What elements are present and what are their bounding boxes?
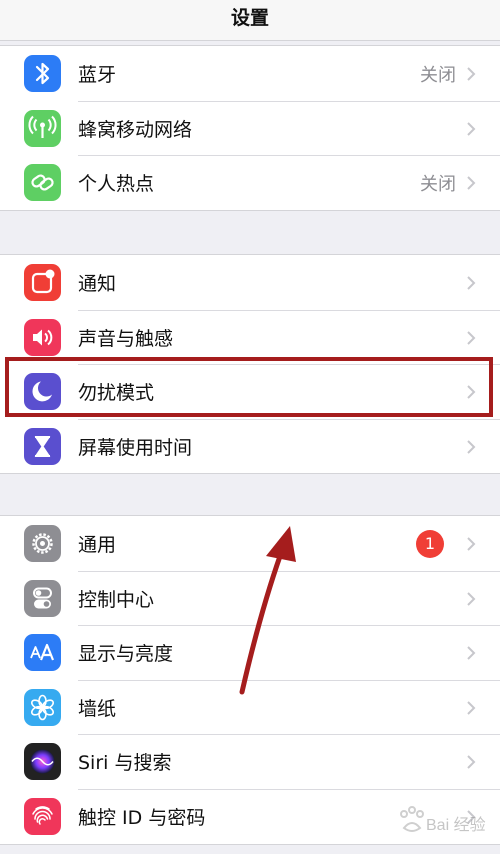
- chevron-right-icon: [467, 176, 476, 190]
- watermark-text: Bai 经验: [426, 816, 486, 834]
- flower-icon: [24, 688, 61, 726]
- row-value: 关闭: [420, 65, 456, 86]
- chevron-right-icon: [467, 330, 476, 345]
- row-label: 勿扰模式: [78, 382, 155, 405]
- toggles-icon: [24, 579, 61, 617]
- row-cellular[interactable]: 蜂窝移动网络: [0, 100, 500, 156]
- row-label: 个人热点: [78, 173, 155, 196]
- page-title: 设置: [230, 7, 269, 29]
- row-label: 触控 ID 与密码: [78, 806, 206, 829]
- row-label: 蜂窝移动网络: [78, 118, 193, 141]
- row-bluetooth[interactable]: 蓝牙 关闭: [0, 46, 500, 101]
- row-label: 声音与触感: [78, 327, 174, 350]
- settings-group-general: 通用 1 控制中心 显示与亮度 墙纸 Siri 与搜索 触控 ID 与密码: [0, 515, 500, 845]
- row-label: 通知: [78, 273, 117, 295]
- text-size-icon: [24, 634, 61, 672]
- chevron-right-icon: [467, 385, 476, 399]
- chevron-right-icon: [467, 67, 476, 81]
- row-label: 控制中心: [78, 588, 155, 611]
- row-display-brightness[interactable]: 显示与亮度: [0, 625, 500, 680]
- row-label: 屏幕使用时间: [78, 436, 193, 459]
- chevron-right-icon: [467, 440, 476, 454]
- row-control-center[interactable]: 控制中心: [0, 570, 500, 626]
- row-label: 墙纸: [78, 697, 117, 720]
- row-label: 通用: [78, 534, 117, 556]
- chevron-right-icon: [467, 701, 476, 715]
- row-sounds[interactable]: 声音与触感: [0, 309, 500, 365]
- row-hotspot[interactable]: 个人热点 关闭: [0, 155, 500, 210]
- row-label: 蓝牙: [78, 64, 117, 86]
- row-label: Siri 与搜索: [78, 752, 172, 775]
- cellular-antenna-icon: [24, 109, 61, 147]
- chevron-right-icon: [467, 755, 476, 770]
- settings-group-connectivity: 蓝牙 关闭 蜂窝移动网络 个人热点 关闭: [0, 45, 500, 211]
- row-label: 显示与亮度: [78, 643, 174, 666]
- moon-icon: [24, 373, 61, 411]
- chevron-right-icon: [467, 591, 476, 606]
- chevron-right-icon: [467, 537, 476, 551]
- navigation-bar: 设置: [0, 0, 500, 41]
- hourglass-icon: [24, 427, 61, 465]
- chevron-right-icon: [467, 646, 476, 660]
- hotspot-chain-icon: [24, 164, 61, 202]
- settings-group-notifications: 通知 声音与触感 勿扰模式 屏幕使用时间: [0, 254, 500, 475]
- notification-badge: 1: [416, 530, 444, 558]
- row-do-not-disturb[interactable]: 勿扰模式: [0, 364, 500, 419]
- gear-icon: [24, 525, 61, 562]
- fingerprint-icon: [24, 797, 61, 835]
- row-siri-search[interactable]: Siri 与搜索: [0, 734, 500, 789]
- row-value: 关闭: [420, 174, 456, 196]
- row-notifications[interactable]: 通知: [0, 255, 500, 310]
- chevron-right-icon: [467, 121, 476, 136]
- bluetooth-icon: [24, 55, 61, 92]
- notifications-icon: [24, 264, 61, 301]
- watermark-logo: Bai 经验: [390, 804, 490, 840]
- speaker-icon: [24, 318, 61, 356]
- row-wallpaper[interactable]: 墙纸: [0, 679, 500, 735]
- row-screen-time[interactable]: 屏幕使用时间: [0, 418, 500, 474]
- row-general[interactable]: 通用 1: [0, 516, 500, 571]
- chevron-right-icon: [467, 276, 476, 290]
- siri-icon: [24, 743, 61, 781]
